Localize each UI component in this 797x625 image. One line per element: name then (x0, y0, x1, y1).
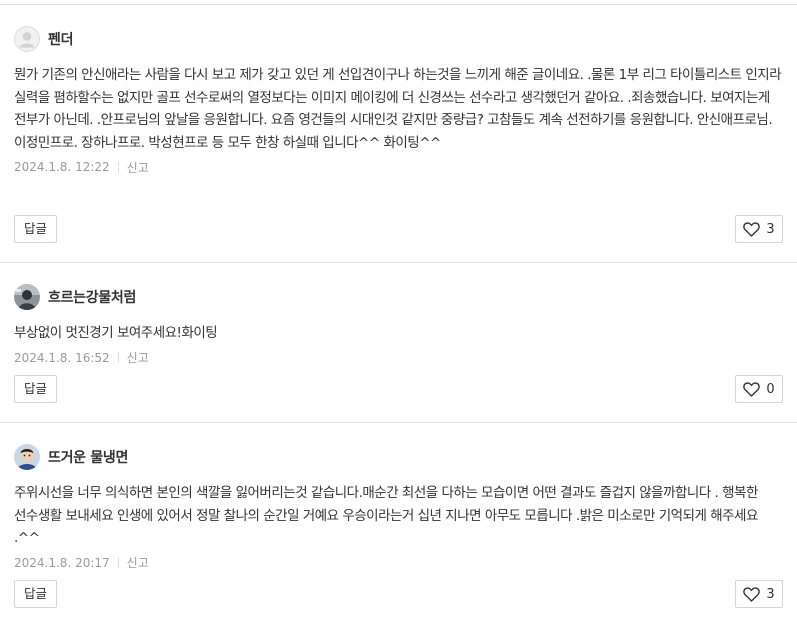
report-link[interactable]: 신고 (127, 159, 149, 176)
nickname[interactable]: 뜨거운 물냉면 (48, 447, 128, 467)
nickname[interactable]: 흐르는강물처럼 (48, 287, 136, 307)
like-count: 0 (766, 381, 775, 397)
comment-list: 펜더 뭔가 기존의 안신애라는 사람을 다시 보고 제가 갖고 있던 게 선입견… (0, 4, 797, 623)
meta-divider (117, 557, 119, 568)
report-link[interactable]: 신고 (127, 349, 149, 366)
heart-icon (743, 381, 761, 397)
report-link[interactable]: 신고 (127, 554, 149, 571)
like-count: 3 (766, 221, 775, 237)
comment-author: 펜더 (14, 26, 783, 52)
profile-photo-avatar[interactable] (14, 444, 40, 470)
comment-meta: 2024.1.8. 16:52 신고 (14, 347, 783, 369)
comment-actions: 답글 3 (14, 580, 783, 608)
comment-date: 2024.1.8. 12:22 (14, 160, 110, 174)
comment-text: 뭔가 기존의 안신애라는 사람을 다시 보고 제가 갖고 있던 게 선입견이구나… (14, 67, 782, 151)
default-avatar-icon[interactable] (14, 26, 40, 52)
like-button[interactable]: 3 (735, 215, 783, 243)
heart-icon (743, 221, 761, 237)
heart-icon (743, 586, 761, 602)
reply-button[interactable]: 답글 (14, 580, 58, 608)
nickname[interactable]: 펜더 (48, 29, 73, 49)
comment-meta: 2024.1.8. 12:22 신고 (14, 156, 783, 178)
comment-author: 뜨거운 물냉면 (14, 444, 783, 470)
like-count: 3 (766, 586, 775, 602)
comment-actions: 답글 0 (14, 375, 783, 403)
comment-item: 펜더 뭔가 기존의 안신애라는 사람을 다시 보고 제가 갖고 있던 게 선입견… (0, 4, 797, 262)
profile-photo-avatar[interactable] (14, 284, 40, 310)
comment-actions: 답글 3 (14, 215, 783, 243)
comment-item: 흐르는강물처럼 부상없이 멋진경기 보여주세요!화이팅 2024.1.8. 16… (0, 262, 797, 422)
comment-text: 부상없이 멋진경기 보여주세요!화이팅 (14, 325, 218, 341)
like-button[interactable]: 0 (735, 375, 783, 403)
reply-button[interactable]: 답글 (14, 375, 58, 403)
comment-text: 주위시선을 너무 의식하면 본인의 색깔을 잃어버리는것 같습니다.매순간 최선… (14, 485, 758, 546)
comment-date: 2024.1.8. 16:52 (14, 350, 110, 365)
comment-author: 흐르는강물처럼 (14, 284, 783, 310)
comment-date: 2024.1.8. 20:17 (14, 555, 110, 570)
reply-button[interactable]: 답글 (14, 215, 58, 243)
meta-divider (117, 161, 119, 173)
comment-meta: 2024.1.8. 20:17 신고 (14, 552, 783, 574)
comment-item: 뜨거운 물냉면 주위시선을 너무 의식하면 본인의 색깔을 잃어버리는것 같습니… (0, 422, 797, 623)
meta-divider (117, 352, 119, 363)
like-button[interactable]: 3 (735, 580, 783, 608)
